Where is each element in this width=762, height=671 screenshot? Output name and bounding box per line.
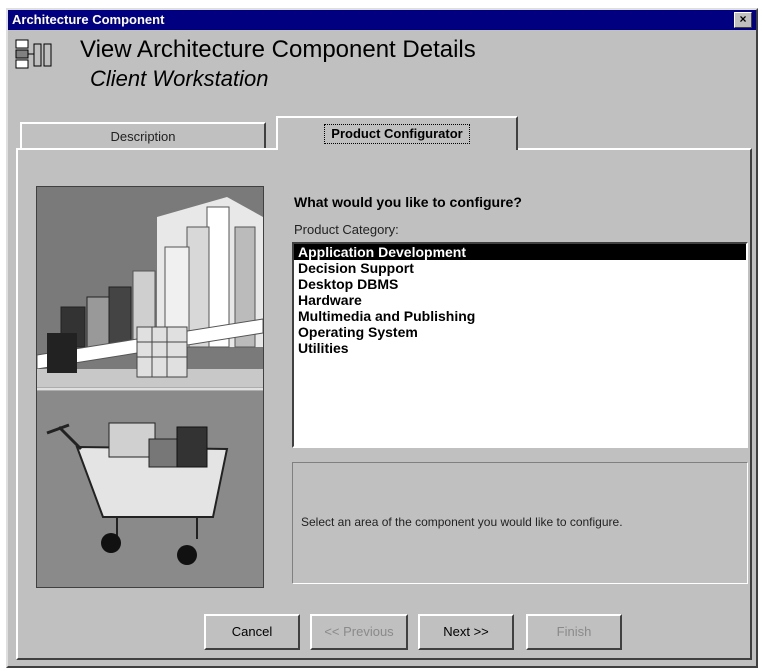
page-subtitle: Client Workstation — [90, 66, 269, 91]
buildings-cart-image — [37, 187, 263, 587]
cancel-button[interactable]: Cancel — [204, 614, 300, 650]
configurator-illustration — [36, 186, 264, 588]
dialog-window: Architecture Component × View Architectu… — [6, 8, 758, 668]
product-category-label: Product Category: — [294, 222, 399, 237]
next-button[interactable]: Next >> — [418, 614, 514, 650]
info-box: Select an area of the component you woul… — [292, 462, 748, 584]
tab-product-configurator[interactable]: Product Configurator — [276, 116, 518, 150]
list-item[interactable]: Decision Support — [294, 260, 746, 276]
info-text: Select an area of the component you woul… — [301, 515, 623, 529]
list-item[interactable]: Operating System — [294, 324, 746, 340]
tab-description-label: Description — [110, 129, 176, 144]
tab-product-configurator-label: Product Configurator — [324, 124, 470, 144]
previous-button[interactable]: << Previous — [310, 614, 408, 650]
window-title: Architecture Component — [12, 12, 165, 27]
title-bar[interactable]: Architecture Component × — [8, 10, 756, 30]
list-item[interactable]: Desktop DBMS — [294, 276, 746, 292]
tab-description[interactable]: Description — [20, 122, 266, 148]
configurator-panel: What would you like to configure? Produc… — [16, 148, 752, 660]
list-item[interactable]: Hardware — [294, 292, 746, 308]
page-title: View Architecture Component Details — [80, 36, 476, 63]
component-icon — [15, 39, 52, 69]
list-item[interactable]: Utilities — [294, 340, 746, 356]
finish-button[interactable]: Finish — [526, 614, 622, 650]
product-category-list[interactable]: Application Development Decision Support… — [292, 242, 748, 448]
close-button[interactable]: × — [734, 12, 752, 28]
list-item[interactable]: Multimedia and Publishing — [294, 308, 746, 324]
configure-question: What would you like to configure? — [294, 194, 522, 210]
list-item[interactable]: Application Development — [294, 244, 746, 260]
